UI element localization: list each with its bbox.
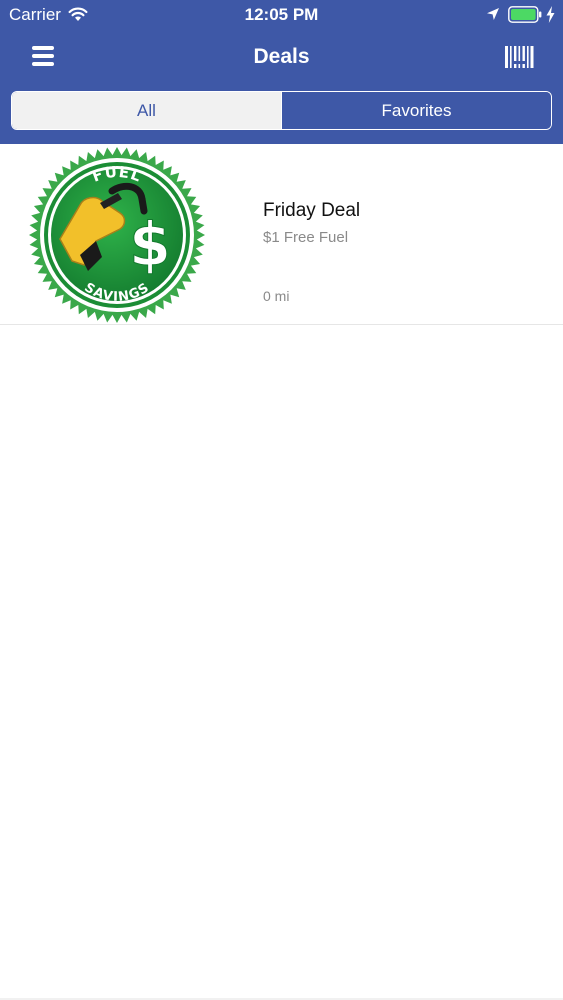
deal-distance: 0 mi xyxy=(263,288,290,304)
badge-dollar-sign: $ xyxy=(129,210,171,280)
barcode-icon[interactable] xyxy=(502,42,536,72)
page-title: Deals xyxy=(253,45,310,68)
navigation-bar: Deals xyxy=(0,30,563,85)
status-bar: Carrier 12:05 PM xyxy=(0,0,563,30)
deals-screen: Carrier 12:05 PM Deals All Favorites FUE… xyxy=(0,0,563,1000)
battery-full-icon xyxy=(508,6,542,23)
deal-subtitle: $1 Free Fuel xyxy=(263,229,349,246)
location-arrow-icon xyxy=(487,8,499,20)
filter-segmented-control: All Favorites xyxy=(11,91,552,130)
status-time: 12:05 PM xyxy=(244,5,319,24)
fuel-savings-badge: FUEL SAVINGS $ xyxy=(29,147,205,323)
charging-bolt-icon xyxy=(546,6,555,23)
deal-row[interactable]: FUEL SAVINGS $ Friday Deal $1 Free Fuel … xyxy=(0,144,563,325)
deal-title: Friday Deal xyxy=(263,200,361,221)
segment-all[interactable]: All xyxy=(12,92,281,129)
segment-favorites[interactable]: Favorites xyxy=(281,92,551,129)
deal-list: FUEL SAVINGS $ Friday Deal $1 Free Fuel … xyxy=(0,144,563,325)
header: Carrier 12:05 PM Deals All Favorites xyxy=(0,0,563,144)
